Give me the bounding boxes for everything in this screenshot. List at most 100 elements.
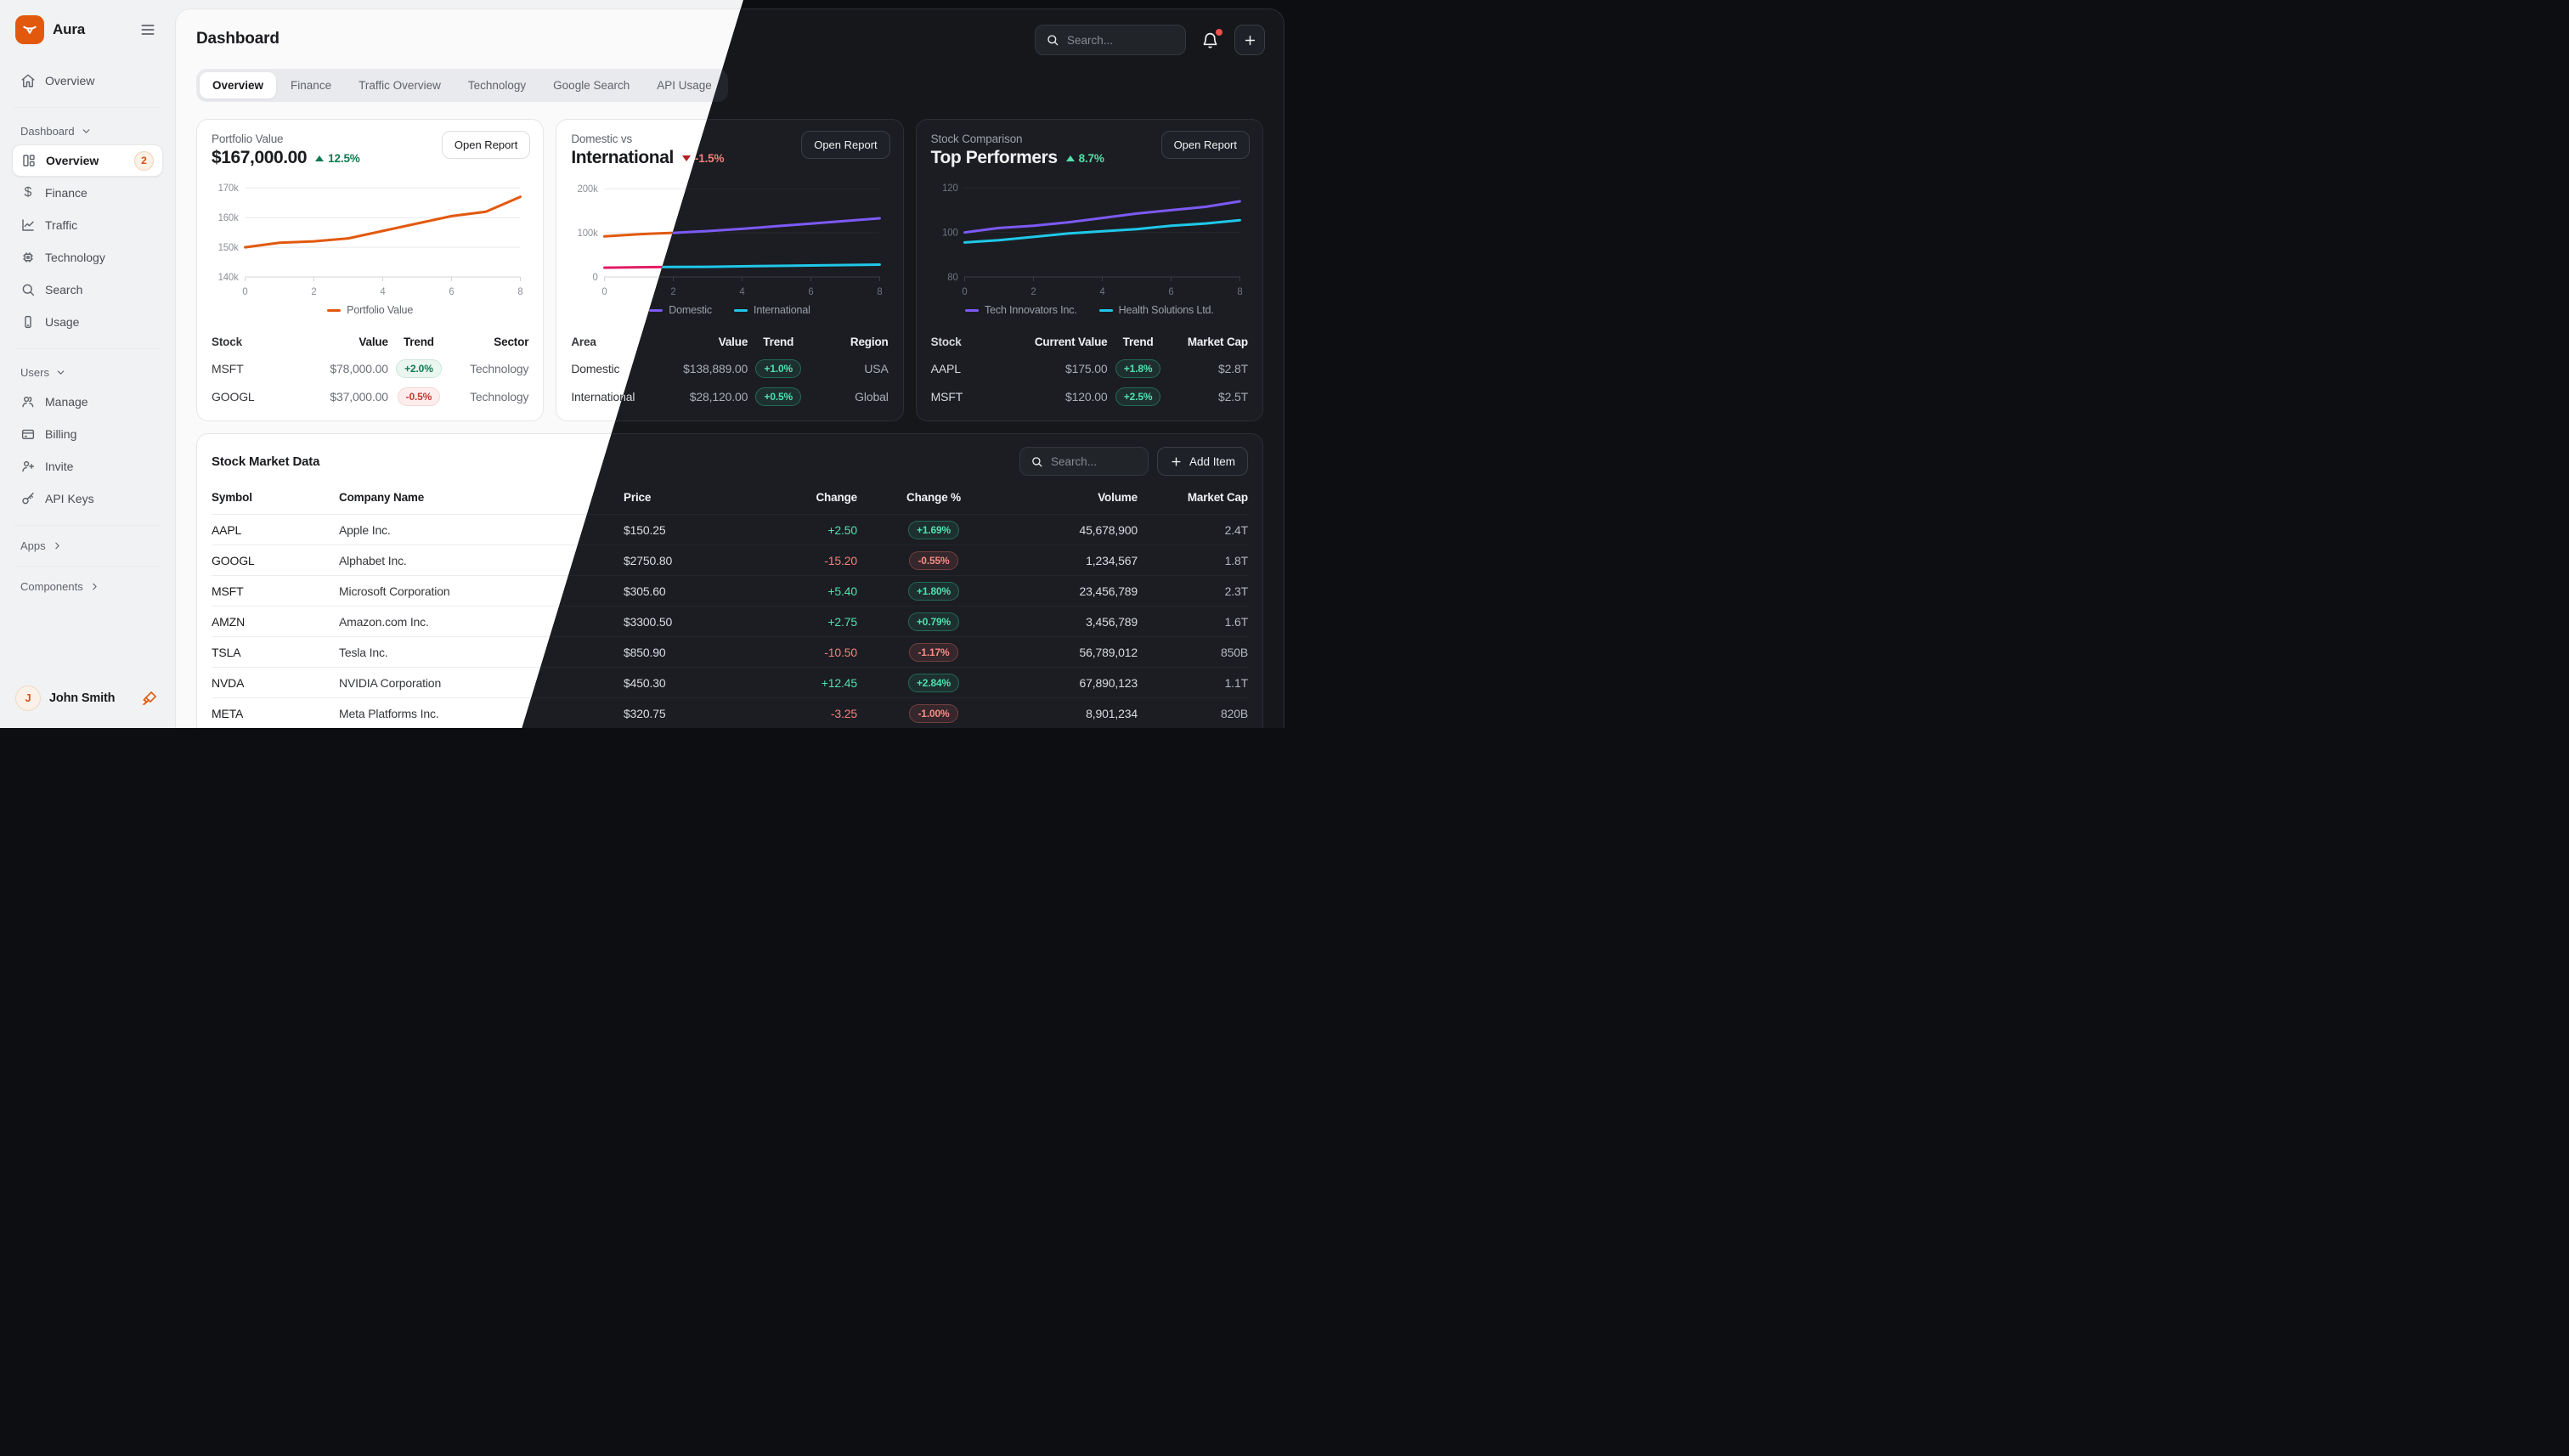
sidebar-item-traffic[interactable]: Traffic	[12, 209, 163, 241]
user-row[interactable]: J John Smith	[12, 686, 163, 711]
sidebar-item-api-keys[interactable]: API Keys	[12, 483, 163, 515]
legend-swatch	[965, 309, 979, 312]
svg-text:0: 0	[602, 287, 607, 297]
portfolio-line-chart: 140k150k160k170k02468	[212, 177, 528, 301]
tab-google-search[interactable]: Google Search	[540, 72, 642, 99]
user-name: John Smith	[49, 691, 115, 705]
sidebar-item-label: Traffic	[45, 218, 77, 232]
tab-finance[interactable]: Finance	[278, 72, 344, 99]
change-pct-pill: -1.00%	[909, 704, 957, 723]
add-item-button[interactable]: Add Item	[1157, 447, 1248, 476]
divider	[14, 348, 161, 349]
trend-pill: +2.0%	[396, 359, 442, 378]
tab-overview[interactable]: Overview	[200, 72, 276, 99]
sidebar-item-label: Invite	[45, 460, 73, 473]
legend-swatch	[327, 309, 341, 312]
search-icon	[1046, 33, 1059, 47]
sidebar-item-label: Manage	[45, 395, 88, 409]
trend-pill: +2.5%	[1115, 387, 1161, 406]
market-actions: Add Item	[1019, 447, 1248, 476]
table-row: MSFT$120.00+2.5%$2.5T	[931, 382, 1248, 410]
sidebar-item-invite[interactable]: Invite	[12, 450, 163, 483]
change-pct-pill: +2.84%	[908, 674, 959, 692]
avatar: J	[15, 686, 41, 711]
sidebar-item-overview[interactable]: Overview 2	[12, 144, 163, 177]
svg-text:8: 8	[878, 287, 883, 297]
search-icon	[1030, 455, 1043, 468]
section-dashboard[interactable]: Dashboard	[20, 125, 155, 138]
divider	[14, 107, 161, 108]
tab-technology[interactable]: Technology	[455, 72, 539, 99]
users-icon	[20, 394, 36, 409]
smartphone-icon	[20, 314, 36, 330]
tab-traffic-overview[interactable]: Traffic Overview	[346, 72, 454, 99]
open-report-button[interactable]: Open Report	[801, 131, 889, 159]
svg-text:150k: 150k	[218, 243, 239, 253]
legend-swatch	[1099, 309, 1113, 312]
trend-pill: +1.0%	[755, 359, 801, 378]
comparison-line-chart: 8010012002468	[931, 177, 1248, 301]
open-report-button[interactable]: Open Report	[1161, 131, 1250, 159]
global-search[interactable]	[1035, 25, 1186, 55]
portfolio-table: StockValueTrendSector MSFT$78,000.00+2.0…	[212, 330, 528, 410]
svg-text:170k: 170k	[218, 183, 239, 194]
sidebar-item-usage[interactable]: Usage	[12, 306, 163, 338]
chevron-right-icon	[89, 581, 100, 592]
trend-pill: -0.5%	[398, 387, 441, 406]
aura-logo-icon	[15, 15, 44, 44]
svg-text:100: 100	[942, 229, 957, 239]
page-title: Dashboard	[188, 25, 279, 48]
notifications-bell-icon[interactable]	[1200, 30, 1221, 51]
svg-text:8: 8	[517, 287, 522, 297]
sidebar-item-manage[interactable]: Manage	[12, 386, 163, 418]
sidebar-item-overview-top[interactable]: Overview	[12, 65, 163, 97]
change-pct-pill: -0.55%	[909, 551, 957, 570]
sidebar-item-finance[interactable]: $ Finance	[12, 177, 163, 209]
search-icon	[20, 282, 36, 297]
table-row: MSFT$78,000.00+2.0%Technology	[212, 354, 528, 382]
dashboard-tabs: Overview Finance Traffic Overview Techno…	[196, 69, 728, 102]
market-search-input[interactable]	[1051, 455, 1138, 468]
open-report-button[interactable]: Open Report	[442, 131, 530, 159]
svg-text:6: 6	[809, 287, 814, 297]
market-search[interactable]	[1019, 447, 1149, 476]
svg-text:4: 4	[1099, 287, 1105, 297]
sidebar-item-label: Finance	[45, 186, 88, 200]
chart-legend: Tech Innovators Inc. Health Solutions Lt…	[931, 304, 1248, 316]
change-pct-pill: +1.80%	[908, 582, 959, 601]
trend-pill: +0.5%	[755, 387, 801, 406]
line-chart-icon	[20, 217, 36, 233]
sidebar-item-label: API Keys	[45, 492, 94, 505]
svg-text:4: 4	[740, 287, 746, 297]
tab-api-usage[interactable]: API Usage	[644, 72, 725, 99]
divider	[14, 566, 161, 567]
theme-brush-icon[interactable]	[139, 688, 160, 708]
svg-text:8: 8	[1237, 287, 1242, 297]
card-subtitle: Top Performers	[931, 148, 1058, 168]
divider	[14, 525, 161, 526]
svg-text:0: 0	[962, 287, 967, 297]
section-label: Dashboard	[20, 125, 75, 138]
section-users[interactable]: Users	[20, 366, 155, 379]
sidebar: Aura Overview Dashboard Overview 2 $ Fin…	[0, 0, 175, 728]
key-icon	[20, 491, 36, 506]
legend-swatch	[734, 309, 748, 312]
section-label: Components	[20, 580, 83, 593]
sidebar-item-search[interactable]: Search	[12, 274, 163, 306]
add-new-button[interactable]	[1234, 25, 1265, 55]
sidebar-item-label: Billing	[45, 427, 76, 441]
triangle-down-icon	[682, 155, 691, 161]
menu-icon[interactable]	[136, 18, 160, 42]
section-components[interactable]: Components	[20, 580, 155, 593]
table-row: AAPL$175.00+1.8%$2.8T	[931, 354, 1248, 382]
home-icon	[20, 73, 36, 88]
comparison-table: StockCurrent ValueTrendMarket Cap AAPL$1…	[931, 330, 1248, 410]
change-pct-pill: +1.69%	[908, 521, 959, 539]
chevron-down-icon	[55, 367, 66, 378]
search-input[interactable]	[1067, 34, 1175, 47]
section-apps[interactable]: Apps	[20, 539, 155, 552]
sidebar-item-technology[interactable]: Technology	[12, 241, 163, 274]
plus-icon	[1170, 455, 1183, 468]
sidebar-item-billing[interactable]: Billing	[12, 418, 163, 450]
portfolio-value-card: Portfolio Value $167,000.00 12.5% Open R…	[196, 119, 544, 421]
